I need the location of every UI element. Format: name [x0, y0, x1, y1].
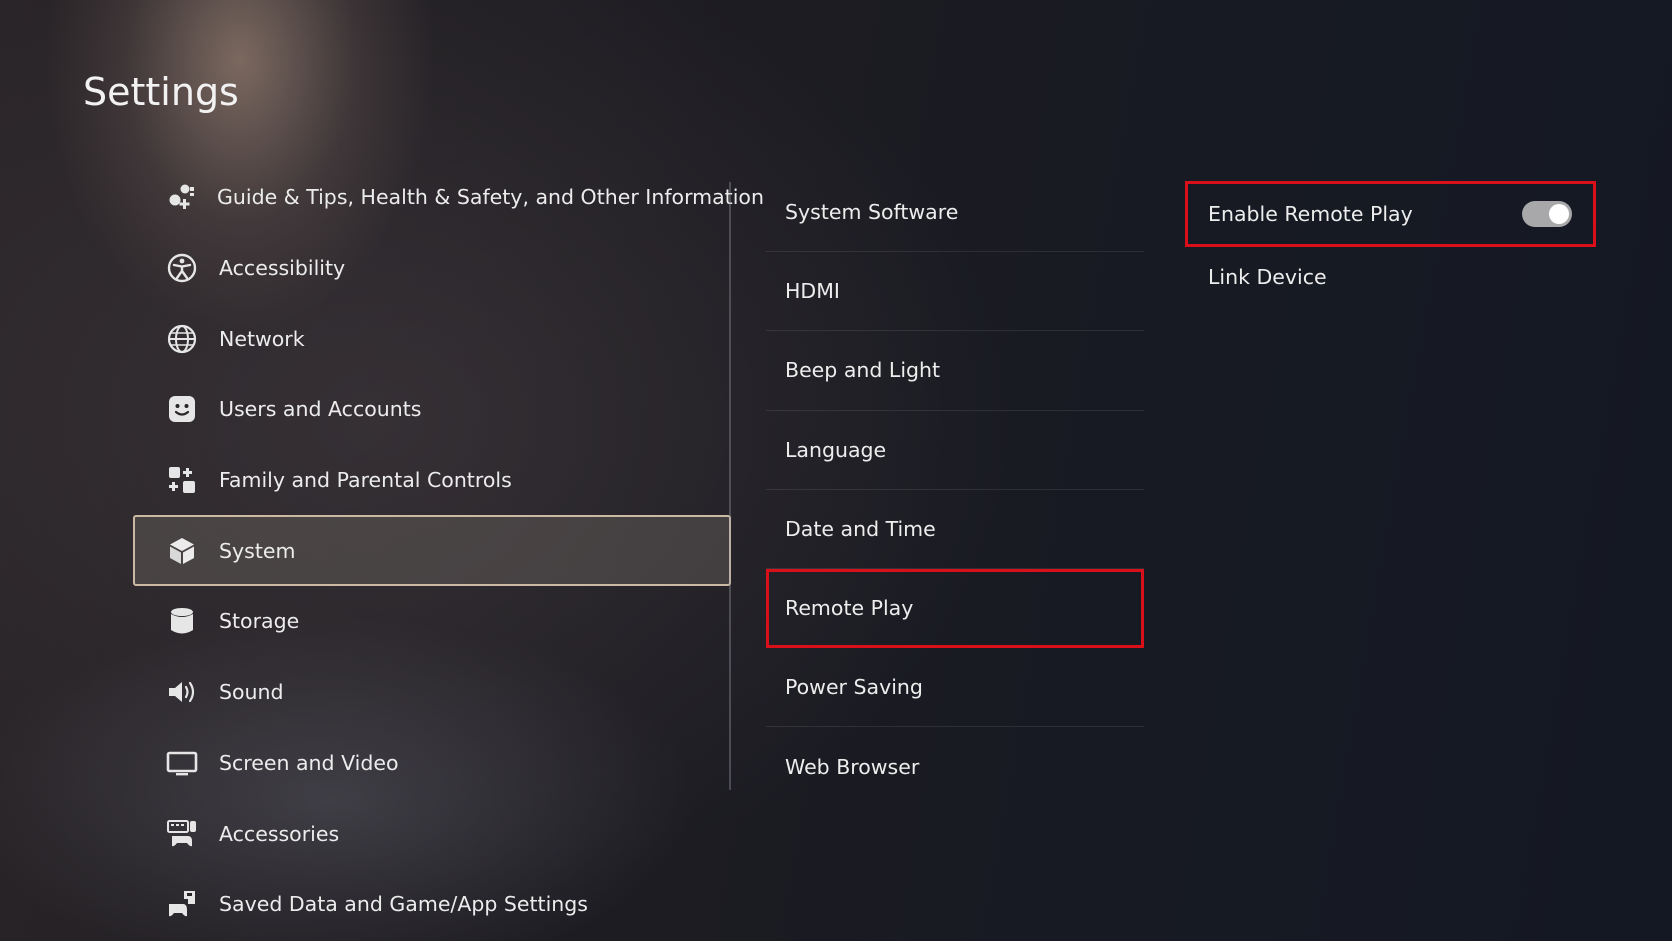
keyboard-controller-icon [165, 817, 199, 851]
menu-item-family-parental[interactable]: Family and Parental Controls [133, 445, 731, 516]
submenu-item-label: Date and Time [785, 516, 936, 541]
menu-item-accessibility[interactable]: Accessibility [133, 233, 731, 304]
menu-item-screen-video[interactable]: Screen and Video [133, 728, 731, 799]
menu-item-guide[interactable]: Guide & Tips, Health & Safety, and Other… [133, 162, 764, 233]
menu-item-label: Storage [219, 609, 300, 634]
guide-icon [165, 180, 197, 214]
remote-play-panel: Enable Remote Play Link Device [1185, 181, 1596, 307]
menu-item-storage[interactable]: Storage [133, 586, 731, 657]
submenu-item-label: Language [785, 437, 887, 462]
submenu-item-label: System Software [785, 200, 959, 225]
link-device-row[interactable]: Link Device [1185, 247, 1596, 307]
monitor-icon [165, 746, 199, 780]
submenu-item-label: Remote Play [785, 596, 914, 621]
enable-remote-play-label: Enable Remote Play [1208, 202, 1413, 226]
speaker-icon [165, 675, 199, 709]
menu-item-label: Accessories [219, 821, 340, 846]
family-icon [165, 463, 199, 497]
menu-item-accessories[interactable]: Accessories [133, 798, 731, 869]
globe-icon [165, 322, 199, 356]
menu-item-label: System [219, 538, 296, 563]
menu-item-label: Screen and Video [219, 750, 399, 775]
menu-item-label: Saved Data and Game/App Settings [219, 892, 588, 917]
system-submenu: System Software HDMI Beep and Light Lang… [766, 173, 1144, 807]
submenu-item-power-saving[interactable]: Power Saving [766, 648, 1144, 728]
menu-item-label: Accessibility [219, 256, 346, 281]
submenu-item-label: Web Browser [785, 754, 920, 779]
column-divider [729, 182, 731, 790]
submenu-item-web-browser[interactable]: Web Browser [766, 727, 1144, 806]
menu-item-sound[interactable]: Sound [133, 657, 731, 728]
enable-remote-play-toggle[interactable] [1522, 201, 1572, 227]
submenu-item-label: HDMI [785, 279, 840, 304]
submenu-item-remote-play[interactable]: Remote Play [766, 568, 1144, 649]
page-title: Settings [83, 70, 239, 114]
link-device-label: Link Device [1208, 265, 1327, 289]
submenu-item-date-time[interactable]: Date and Time [766, 490, 1144, 569]
menu-item-network[interactable]: Network [133, 303, 731, 374]
smiley-face-icon [165, 392, 199, 426]
enable-remote-play-row[interactable]: Enable Remote Play [1185, 181, 1596, 247]
submenu-item-hdmi[interactable]: HDMI [766, 252, 1144, 332]
settings-main-menu: Guide & Tips, Health & Safety, and Other… [133, 162, 764, 940]
controller-save-icon [165, 887, 199, 921]
toggle-knob [1549, 204, 1569, 224]
menu-item-label: Family and Parental Controls [219, 468, 512, 493]
submenu-item-label: Beep and Light [785, 358, 941, 383]
submenu-item-beep-light[interactable]: Beep and Light [766, 331, 1144, 411]
submenu-item-system-software[interactable]: System Software [766, 173, 1144, 253]
cube-icon [165, 534, 199, 568]
menu-item-label: Guide & Tips, Health & Safety, and Other… [217, 185, 764, 210]
menu-item-saved-data[interactable]: Saved Data and Game/App Settings [133, 869, 731, 940]
menu-item-label: Network [219, 326, 305, 351]
storage-cylinder-icon [165, 604, 199, 638]
menu-item-users-accounts[interactable]: Users and Accounts [133, 374, 731, 445]
submenu-item-language[interactable]: Language [766, 411, 1144, 490]
menu-item-label: Users and Accounts [219, 397, 422, 422]
accessibility-icon [165, 251, 199, 285]
submenu-item-label: Power Saving [785, 675, 923, 700]
menu-item-system[interactable]: System [133, 515, 731, 587]
menu-item-label: Sound [219, 680, 284, 705]
